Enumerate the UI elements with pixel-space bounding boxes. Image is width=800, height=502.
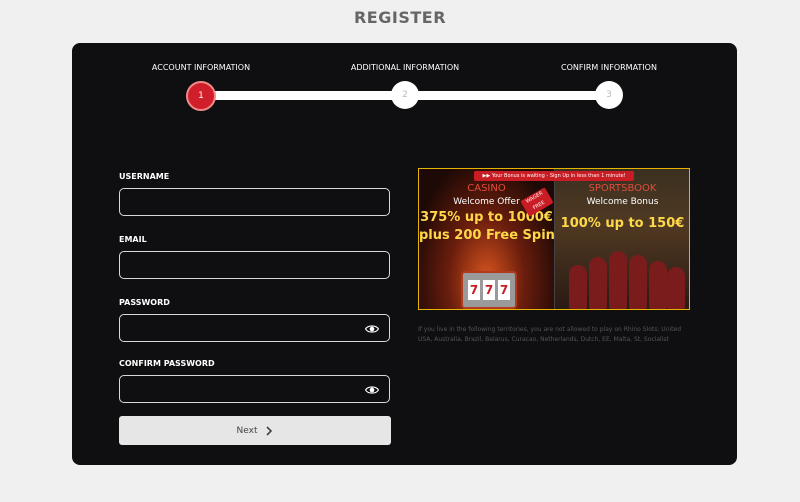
eye-icon[interactable] bbox=[365, 383, 379, 397]
sportsbook-offer: SPORTSBOOK Welcome Bonus 100% up to 150€ bbox=[554, 169, 689, 309]
sports-headline: Welcome Bonus bbox=[586, 197, 659, 207]
email-label: EMAIL bbox=[119, 235, 147, 244]
username-label: USERNAME bbox=[119, 172, 170, 181]
registration-card: ACCOUNT INFORMATION ADDITIONAL INFORMATI… bbox=[72, 43, 737, 465]
player-figure bbox=[667, 267, 685, 309]
eye-icon[interactable] bbox=[365, 322, 379, 336]
player-figure bbox=[629, 255, 647, 309]
confirm-password-field[interactable] bbox=[119, 375, 390, 403]
slot-reel: 7 bbox=[483, 280, 495, 300]
step-2-indicator[interactable]: 2 bbox=[391, 81, 419, 109]
chevron-right-icon bbox=[266, 425, 273, 436]
password-field[interactable] bbox=[119, 314, 390, 342]
step-label-account: ACCOUNT INFORMATION bbox=[151, 63, 251, 72]
sports-category: SPORTSBOOK bbox=[588, 183, 657, 194]
step-label-confirm: CONFIRM INFORMATION bbox=[561, 63, 657, 72]
player-figure bbox=[609, 251, 627, 309]
slot-reel: 7 bbox=[498, 280, 510, 300]
casino-offer-line2: plus 200 Free Spins bbox=[419, 228, 563, 243]
sports-offer: 100% up to 150€ bbox=[560, 216, 685, 231]
player-figure bbox=[569, 265, 587, 309]
step-3-indicator[interactable]: 3 bbox=[595, 81, 623, 109]
promo-strip: ▶▶ Your Bonus is waiting - Sign Up in le… bbox=[474, 171, 634, 181]
username-field[interactable] bbox=[119, 188, 390, 216]
player-figure bbox=[649, 261, 667, 309]
next-button-label: Next bbox=[236, 425, 258, 436]
territory-disclaimer: If you live in the following territories… bbox=[418, 326, 682, 343]
slot-reel: 7 bbox=[468, 280, 480, 300]
step-1-indicator[interactable]: 1 bbox=[186, 81, 216, 111]
email-field[interactable] bbox=[119, 251, 390, 279]
slot-machine-image: 7 7 7 bbox=[461, 271, 517, 309]
casino-offer: CASINO Welcome Offer 375% up to 1000€ pl… bbox=[419, 169, 563, 309]
promo-banner[interactable]: ▶▶ Your Bonus is waiting - Sign Up in le… bbox=[418, 168, 690, 310]
next-button[interactable]: Next bbox=[119, 416, 391, 445]
password-label: PASSWORD bbox=[119, 298, 170, 307]
confirm-password-label: CONFIRM PASSWORD bbox=[119, 359, 215, 368]
step-label-additional: ADDITIONAL INFORMATION bbox=[350, 63, 460, 72]
player-figure bbox=[589, 257, 607, 309]
page-title: REGISTER bbox=[353, 8, 447, 27]
